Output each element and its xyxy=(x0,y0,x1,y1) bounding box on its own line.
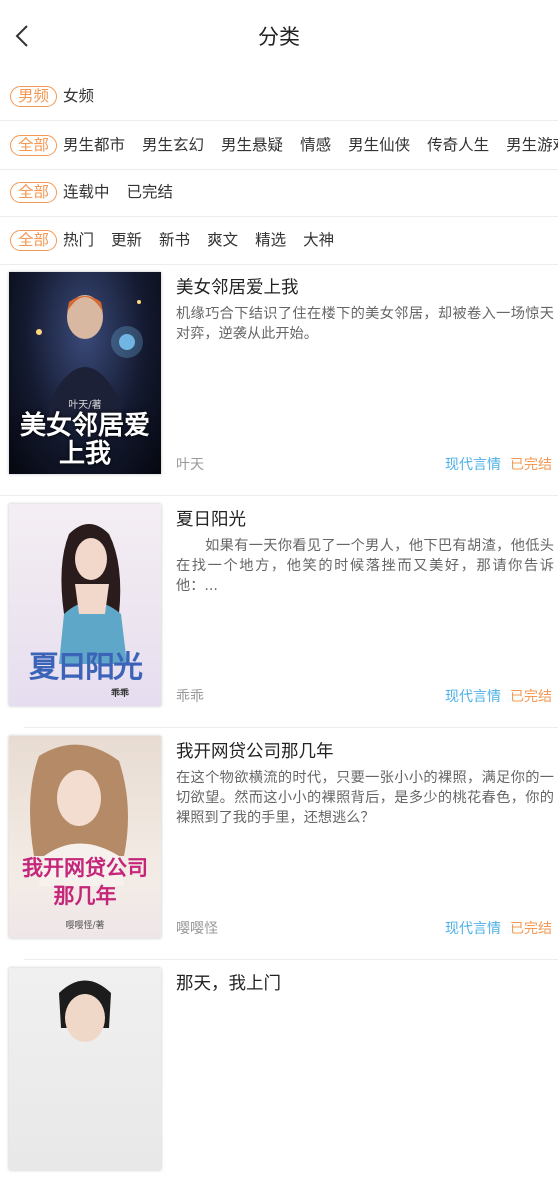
book-author: 叶天 xyxy=(176,457,204,473)
filter-category-option[interactable]: 男生都市 xyxy=(63,135,125,155)
filter-status-all[interactable]: 全部 xyxy=(10,181,58,203)
filter-category-option[interactable]: 男生悬疑 xyxy=(221,135,283,155)
cover-title: 我开网贷公司那几年 xyxy=(22,855,148,908)
book-author: 嘤嘤怪 xyxy=(176,921,218,937)
book-status-tag: 已完结 xyxy=(510,689,552,705)
filter-status-option[interactable]: 连载中 xyxy=(63,182,110,202)
filter-status-option[interactable]: 已完结 xyxy=(127,182,174,202)
cover-author: 嘤嘤怪/著 xyxy=(65,921,105,931)
book-item[interactable]: 我开网贷公司那几年 嘤嘤怪/著 我开网贷公司那几年 在这个物欲横流的时代，只要一… xyxy=(0,728,558,960)
filter-sort-option[interactable]: 更新 xyxy=(111,230,142,250)
filter-gender-option[interactable]: 女频 xyxy=(63,86,94,106)
book-status-tag: 已完结 xyxy=(510,457,552,473)
filter-category-option[interactable]: 传奇人生 xyxy=(427,135,489,155)
filter-row-category: 全部 男生都市 男生玄幻 男生悬疑 情感 男生仙侠 传奇人生 男生游戏 xyxy=(0,120,558,170)
book-cover[interactable]: 我开网贷公司那几年 嘤嘤怪/著 xyxy=(9,736,161,938)
filter-sort-option[interactable]: 大神 xyxy=(303,230,334,250)
book-desc: 机缘巧合下结识了住在楼下的美女邻居，却被卷入一场惊天对弈，逆袭从此开始。 xyxy=(176,306,554,342)
book-genre-tag: 现代言情 xyxy=(445,921,501,937)
book-author: 乖乖 xyxy=(176,689,204,705)
book-title[interactable]: 美女邻居爱上我 xyxy=(176,274,299,299)
book-item[interactable]: 夏日阳光 乖乖 夏日阳光 如果有一天你看见了一个男人，他下巴有胡渣，他低头在找一… xyxy=(0,496,558,728)
book-desc: 如果有一天你看见了一个男人，他下巴有胡渣，他低头在找一个地方，他笑的时候落挫而又… xyxy=(176,538,554,594)
filter-sort-option[interactable]: 新书 xyxy=(159,230,190,250)
book-cover[interactable] xyxy=(9,968,161,1170)
filter-row-gender: 男频 女频 xyxy=(0,72,558,120)
filter-category-option[interactable]: 男生游戏 xyxy=(506,135,558,155)
book-title[interactable]: 夏日阳光 xyxy=(176,506,246,531)
filter-gender-selected[interactable]: 男频 xyxy=(10,85,58,107)
top-bar: 分类 xyxy=(0,0,558,72)
book-desc: 在这个物欲横流的时代，只要一张小小的裸照，满足你的一切欲望。然而这小小的裸照背后… xyxy=(176,770,554,826)
filter-sort-all[interactable]: 全部 xyxy=(10,229,58,251)
cover-author: 乖乖 xyxy=(110,689,129,699)
book-item[interactable]: 叶天/著 美女邻居爱上我 美女邻居爱上我 机缘巧合下结识了住在楼下的美女邻居，却… xyxy=(0,264,558,496)
cover-title: 夏日阳光 xyxy=(29,650,143,685)
book-status-tag: 已完结 xyxy=(510,921,552,937)
filter-sort-option[interactable]: 爽文 xyxy=(207,230,238,250)
book-genre-tag: 现代言情 xyxy=(445,457,501,473)
chevron-left-icon xyxy=(15,25,28,47)
book-cover[interactable]: 夏日阳光 乖乖 xyxy=(9,504,161,706)
filter-sort-option[interactable]: 热门 xyxy=(63,230,94,250)
filter-row-status: 全部 连载中 已完结 xyxy=(0,168,558,217)
filter-category-all[interactable]: 全部 xyxy=(10,134,58,156)
page-title: 分类 xyxy=(258,25,300,49)
filter-category-option[interactable]: 情感 xyxy=(300,135,331,155)
filter-row-sort: 全部 热门 更新 新书 爽文 精选 大神 xyxy=(0,216,558,265)
back-button[interactable] xyxy=(6,18,38,54)
filter-category-option[interactable]: 男生仙侠 xyxy=(348,135,410,155)
book-item[interactable]: 那天，我上门 xyxy=(0,960,558,1192)
book-title[interactable]: 那天，我上门 xyxy=(176,970,281,995)
book-cover[interactable]: 叶天/著 美女邻居爱上我 xyxy=(9,272,161,474)
book-title[interactable]: 我开网贷公司那几年 xyxy=(176,738,334,763)
book-genre-tag: 现代言情 xyxy=(445,689,501,705)
filter-sort-option[interactable]: 精选 xyxy=(255,230,286,250)
cover-author: 叶天/著 xyxy=(68,400,102,411)
filter-category-option[interactable]: 男生玄幻 xyxy=(142,135,204,155)
cover-title: 美女邻居爱上我 xyxy=(19,411,150,469)
